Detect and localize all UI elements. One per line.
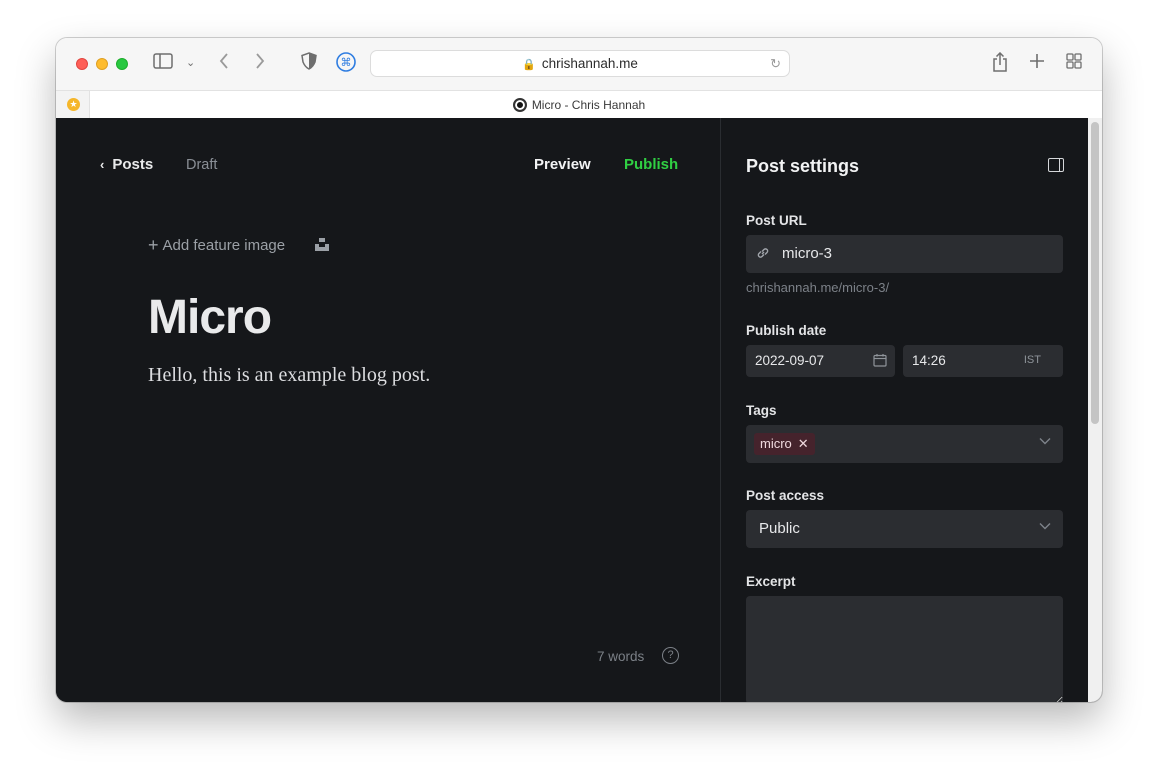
extension-icon[interactable]: ⌘ — [336, 52, 356, 77]
page-content: ‹ Posts Draft Preview Publish + Add featur… — [56, 118, 1102, 702]
tab-title: Micro - Chris Hannah — [531, 98, 646, 112]
publish-button[interactable]: Publish — [624, 156, 678, 173]
lock-icon: 🔒 — [522, 59, 536, 71]
post-access-select[interactable]: Public — [746, 510, 1063, 548]
browser-window: ⌄ ⌘ 🔒 chrishannah.me ↻ ★ Micro - Chris H… — [56, 38, 1102, 702]
post-body[interactable]: Hello, this is an example blog post. — [148, 364, 430, 387]
settings-heading: Post settings — [746, 156, 860, 176]
chevron-down-icon[interactable] — [1039, 436, 1051, 448]
feature-image-label: Add feature image — [162, 237, 286, 254]
chevron-left-icon: ‹ — [100, 157, 105, 172]
post-status: Draft — [186, 157, 218, 173]
back-to-posts-link[interactable]: ‹ Posts — [100, 156, 153, 173]
preview-button[interactable]: Preview — [534, 156, 591, 173]
post-access-label: Post access — [746, 488, 825, 503]
tags-label: Tags — [746, 403, 777, 418]
post-url-input[interactable]: micro-3 — [746, 235, 1063, 273]
excerpt-textarea[interactable] — [746, 596, 1063, 702]
browser-toolbar: ⌄ ⌘ 🔒 chrishannah.me ↻ — [56, 38, 1102, 90]
timezone-label: IST — [1023, 354, 1041, 366]
minimize-window-button[interactable] — [96, 58, 108, 70]
site-favicon-icon — [512, 98, 527, 112]
post-url-label: Post URL — [746, 213, 807, 228]
plus-icon: + — [148, 235, 159, 255]
scrollbar-thumb[interactable] — [1091, 122, 1099, 424]
settings-panel-icon[interactable] — [1048, 158, 1064, 172]
forward-icon[interactable] — [254, 52, 266, 75]
close-icon[interactable]: ✕ — [798, 436, 809, 451]
editor-pane: ‹ Posts Draft Preview Publish + Add featur… — [56, 118, 721, 702]
zoom-window-button[interactable] — [116, 58, 128, 70]
tab-overview-icon[interactable] — [1066, 52, 1082, 74]
publish-date-label: Publish date — [746, 323, 827, 338]
page-scrollbar[interactable] — [1088, 118, 1102, 702]
share-icon[interactable] — [992, 51, 1008, 77]
privacy-shield-icon[interactable] — [301, 52, 317, 75]
add-feature-image-button[interactable]: + Add feature image — [148, 235, 285, 256]
tag-chip[interactable]: micro ✕ — [754, 433, 815, 455]
word-count: 7 words — [597, 649, 645, 664]
time-value: 14:26 — [912, 353, 946, 368]
tags-input[interactable]: micro ✕ — [746, 425, 1063, 463]
publish-date-input[interactable]: 2022-09-07 — [746, 345, 895, 377]
publish-time-input[interactable]: 14:26 IST — [903, 345, 1063, 377]
address-text: chrishannah.me — [541, 56, 638, 71]
excerpt-label: Excerpt — [746, 574, 796, 589]
new-tab-icon[interactable] — [1029, 52, 1045, 74]
chevron-down-icon — [1039, 521, 1051, 533]
tab-bar: ★ Micro - Chris Hannah — [56, 90, 1102, 118]
help-icon[interactable]: ? — [662, 647, 679, 664]
post-title[interactable]: Micro — [148, 290, 272, 345]
close-window-button[interactable] — [76, 58, 88, 70]
sidebar-icon[interactable] — [153, 52, 173, 74]
address-bar[interactable]: 🔒 chrishannah.me ↻ — [370, 50, 790, 77]
reload-icon[interactable]: ↻ — [770, 56, 781, 72]
back-icon[interactable] — [218, 52, 230, 75]
access-value: Public — [759, 520, 800, 537]
calendar-icon[interactable] — [873, 353, 887, 372]
post-url-preview: chrishannah.me/micro-3/ — [746, 280, 890, 295]
back-label: Posts — [112, 156, 154, 173]
post-url-value: micro-3 — [782, 245, 833, 262]
unsplash-icon[interactable] — [315, 238, 329, 251]
date-value: 2022-09-07 — [755, 353, 825, 368]
post-settings-panel: Post settings Post URL micro-3 chrishann… — [722, 118, 1088, 702]
tag-label: micro — [760, 436, 792, 451]
link-icon — [756, 246, 770, 265]
tab-active[interactable]: Micro - Chris Hannah — [56, 98, 1102, 112]
svg-text:⌘: ⌘ — [341, 56, 352, 69]
chevron-down-icon[interactable]: ⌄ — [186, 52, 195, 74]
